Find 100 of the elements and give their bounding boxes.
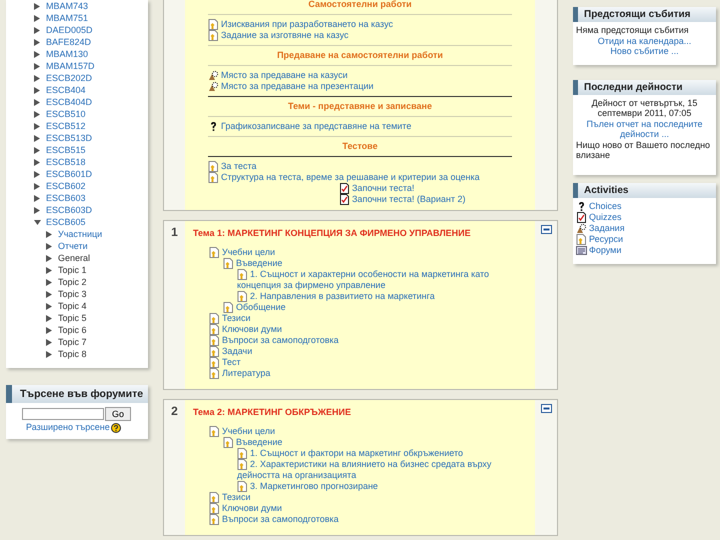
course-link[interactable]: ESCB602 — [46, 181, 86, 191]
course-link[interactable]: Участници — [58, 229, 102, 239]
block-header: Activities — [573, 182, 716, 198]
advanced-search-link[interactable]: Разширено търсене — [26, 422, 110, 433]
course-link[interactable]: ESCB404D — [46, 97, 92, 107]
course-link[interactable]: ESCB603D — [46, 205, 92, 215]
activity-link[interactable]: Задание за изготвяне на казус — [221, 30, 348, 40]
block-header: Последни дейности — [573, 80, 716, 94]
resource-link[interactable]: Въведение — [223, 437, 513, 448]
course-link[interactable]: ESCB512 — [46, 121, 86, 131]
nav-item[interactable]: Topic 5 — [58, 313, 87, 323]
resource-link[interactable]: Учебни цели — [209, 426, 513, 437]
course-link[interactable]: DAED005D — [46, 25, 93, 35]
calendar-link[interactable]: Отиди на календара... — [576, 36, 713, 46]
course-link[interactable]: Отчети — [58, 241, 88, 251]
course-link[interactable]: ESCB605 — [46, 217, 86, 227]
document-icon — [237, 269, 248, 280]
course-link[interactable]: ESCB404 — [46, 85, 86, 95]
checklist-icon — [576, 212, 587, 222]
course-link[interactable]: MBAM130 — [46, 49, 88, 59]
activity-link[interactable]: Започни теста! — [352, 183, 414, 193]
checklist-icon — [339, 183, 350, 194]
nav-item[interactable]: Topic 6 — [58, 325, 87, 335]
nav-item[interactable]: Topic 4 — [58, 301, 87, 311]
checklist-icon — [339, 194, 350, 205]
activity-link[interactable]: Графикозаписване за представяне на темите — [221, 121, 412, 131]
document-icon — [209, 514, 220, 525]
resource-link[interactable]: Въведение — [223, 258, 513, 269]
resource-link[interactable]: Ключови думи — [209, 503, 513, 514]
expanded-arrow-icon[interactable] — [34, 219, 40, 226]
activity-link[interactable]: Структура на теста, време за решаване и критерии за оценка — [221, 172, 480, 182]
activity-link[interactable]: Започни теста! (Вариант 2) — [352, 194, 466, 204]
document-icon — [223, 437, 234, 448]
activity-type-link[interactable]: Задания — [589, 222, 625, 232]
activity-report-link[interactable]: Пълен отчет на последните дейности ... — [576, 118, 713, 140]
document-icon — [209, 357, 220, 368]
resource-link[interactable]: Тест — [209, 357, 513, 368]
document-icon — [223, 302, 234, 313]
activity-type-link[interactable]: Choices — [589, 200, 622, 210]
help-icon[interactable] — [110, 422, 121, 432]
collapse-icon[interactable] — [540, 225, 552, 234]
activity-type-link[interactable]: Quizzes — [589, 212, 622, 222]
activity-link[interactable]: Изисквания при разработването на казус — [221, 19, 393, 29]
block-header: Предстоящи събития — [573, 7, 716, 22]
document-icon — [209, 324, 220, 335]
resource-link[interactable]: 3. Маркетингово прогнозиране — [237, 481, 513, 492]
resource-link[interactable]: Тезиси — [209, 313, 513, 324]
resource-link[interactable]: Обобщение — [223, 302, 513, 313]
course-link[interactable]: ESCB518 — [46, 157, 86, 167]
course-link[interactable]: ESCB202D — [46, 73, 92, 83]
nav-item[interactable]: Topic 2 — [58, 277, 87, 287]
nav-item[interactable]: Topic 3 — [58, 289, 87, 299]
nav-item[interactable]: Topic 8 — [58, 349, 87, 359]
nav-item[interactable]: Topic 1 — [58, 265, 87, 275]
resource-link[interactable]: Учебни цели — [209, 247, 513, 258]
course-link[interactable]: ESCB603 — [46, 193, 86, 203]
document-icon — [209, 503, 220, 514]
course-link[interactable]: MBAM743 — [46, 1, 88, 11]
document-icon — [209, 247, 220, 258]
activity-link[interactable]: За теста — [221, 161, 256, 171]
activity-type-link[interactable]: Форуми — [589, 244, 622, 254]
resource-link[interactable]: Ключови думи — [209, 324, 513, 335]
section-number: 1 — [171, 225, 178, 239]
section-heading: Тестове — [341, 141, 379, 152]
info-text: Няма предстоящи събития — [576, 25, 690, 36]
course-link[interactable]: ESCB515 — [46, 145, 86, 155]
section-heading: Теми - представяне и записване — [287, 101, 433, 112]
resource-link[interactable]: Въпроси за самоподготовка — [209, 335, 513, 346]
calendar-link[interactable]: Ново събитие ... — [576, 46, 713, 56]
course-link[interactable]: ESCB510 — [46, 109, 86, 119]
resource-link[interactable]: 1. Същност и характерни особености на маркетинга като концепция за фирмено управление — [237, 269, 513, 291]
document-icon — [209, 492, 220, 503]
course-link[interactable]: ESCB513D — [46, 133, 92, 143]
course-link[interactable]: BAFE824D — [46, 37, 92, 47]
activity-link[interactable]: Място за предаване на презентации — [221, 81, 374, 91]
course-link[interactable]: ESCB601D — [46, 169, 92, 179]
collapse-icon[interactable] — [540, 404, 552, 413]
document-icon — [209, 368, 220, 379]
resource-link[interactable]: 1. Същност и фактори на маркетинг обкръжението — [237, 448, 513, 459]
activity-type-link[interactable]: Ресурси — [589, 234, 624, 244]
document-icon — [223, 258, 234, 269]
resource-link[interactable]: Въпроси за самоподготовка — [209, 514, 513, 525]
document-icon — [237, 459, 248, 470]
course-link[interactable]: MBAM751 — [46, 13, 88, 23]
resource-link[interactable]: Литература — [209, 368, 513, 379]
section-number: 2 — [171, 404, 178, 418]
document-icon — [576, 234, 587, 244]
nav-item[interactable]: Topic 7 — [58, 337, 87, 347]
resource-link[interactable]: Задачи — [209, 346, 513, 357]
resource-link[interactable]: 2. Направления в развитието на маркетинга — [237, 291, 513, 302]
resource-link[interactable]: Тезиси — [209, 492, 513, 503]
nav-item[interactable]: General — [58, 253, 90, 263]
resource-link[interactable]: 2. Характеристики на влиянието на бизнес средата върху дейността на организацията — [237, 459, 513, 481]
document-icon — [237, 291, 248, 302]
section-heading: Предаване на самостоятелни работи — [276, 50, 444, 61]
activity-link[interactable]: Място за предаване на казуси — [221, 70, 348, 80]
course-link[interactable]: MBAM157D — [46, 61, 95, 71]
go-button[interactable]: Go — [105, 407, 132, 421]
block-header: Търсене във форумите — [6, 385, 148, 403]
search-field[interactable] — [22, 408, 104, 420]
